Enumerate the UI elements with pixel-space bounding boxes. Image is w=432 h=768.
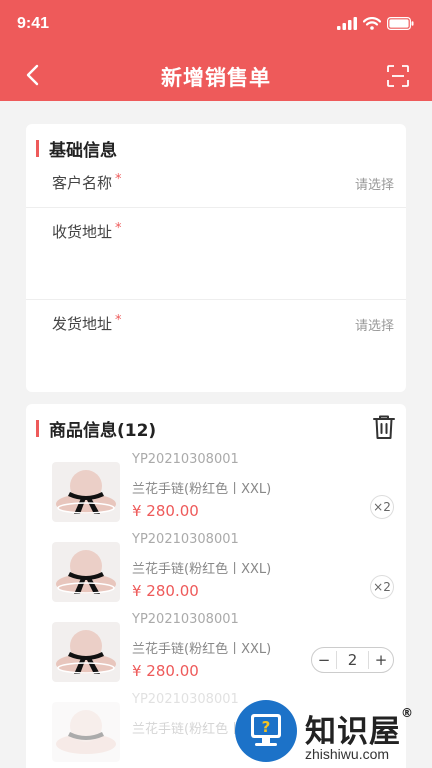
watermark-question-glyph: ? bbox=[262, 718, 271, 736]
status-bar: 9:41 bbox=[0, 0, 432, 50]
product-item[interactable]: YP20210308001 兰花手链(粉红色丨XXL) ¥ 280.00 − 2… bbox=[26, 612, 406, 692]
section-marker bbox=[36, 140, 39, 157]
signal-icon bbox=[337, 17, 357, 30]
product-hat-image bbox=[52, 702, 120, 762]
product-name: 兰花手链(粉红色丨XXL) bbox=[132, 482, 272, 497]
quantity-badge[interactable]: ×2 bbox=[370, 495, 394, 519]
product-price: ¥ 280.00 bbox=[132, 582, 199, 600]
basic-info-card: 基础信息 客户名称 * 请选择 收货地址 * 发货地址 * 请选择 bbox=[26, 124, 406, 392]
nav-bar: 新增销售单 bbox=[0, 50, 432, 101]
decrement-button[interactable]: − bbox=[312, 651, 336, 669]
page-title: 新增销售单 bbox=[161, 66, 271, 90]
increment-button[interactable]: + bbox=[369, 651, 393, 669]
product-name: 兰花手链(粉红色丨XXL) bbox=[132, 642, 272, 657]
shipping-address-field[interactable]: 发货地址 * 请选择 bbox=[26, 299, 406, 392]
customer-name-label: 客户名称 * bbox=[52, 172, 122, 192]
product-hat-image bbox=[52, 542, 120, 602]
required-star: * bbox=[115, 172, 122, 187]
product-hat-image bbox=[52, 462, 120, 522]
product-code: YP20210308001 bbox=[132, 452, 239, 467]
quantity-value[interactable]: 2 bbox=[336, 651, 369, 669]
product-hat-image bbox=[52, 622, 120, 682]
receiving-address-label: 收货地址 * bbox=[52, 221, 122, 241]
basic-info-title: 基础信息 bbox=[36, 136, 117, 161]
shipping-address-label: 发货地址 * bbox=[52, 313, 122, 333]
watermark-logo: ? 知识屋® zhishiwu.com bbox=[235, 700, 432, 768]
product-item[interactable]: YP20210308001 兰花手链(粉红色丨XXL) ¥ 280.00 ×2 bbox=[26, 452, 406, 532]
receiving-address-field[interactable]: 收货地址 * bbox=[26, 207, 406, 299]
quantity-badge[interactable]: ×2 bbox=[370, 575, 394, 599]
section-marker bbox=[36, 420, 39, 437]
required-star: * bbox=[115, 313, 122, 328]
customer-name-select[interactable]: 请选择 bbox=[355, 174, 394, 193]
status-time: 9:41 bbox=[17, 15, 50, 32]
basic-info-title-text: 基础信息 bbox=[49, 141, 117, 161]
top-bar: 9:41 新增销售单 bbox=[0, 0, 432, 101]
watermark-brand: 知识屋® bbox=[305, 706, 414, 750]
product-name: 兰花手链(粉红色丨XXL) bbox=[132, 562, 272, 577]
product-info-title-text: 商品信息(12) bbox=[49, 421, 157, 441]
wifi-icon bbox=[363, 17, 381, 30]
product-code: YP20210308001 bbox=[132, 692, 239, 707]
shipping-address-select[interactable]: 请选择 bbox=[355, 315, 394, 334]
customer-name-field[interactable]: 客户名称 * 请选择 bbox=[26, 172, 406, 208]
product-info-title: 商品信息(12) bbox=[36, 416, 156, 441]
battery-icon bbox=[387, 17, 414, 30]
required-star: * bbox=[115, 221, 122, 236]
watermark-badge: ? bbox=[235, 700, 297, 762]
watermark-url: zhishiwu.com bbox=[305, 746, 390, 762]
product-code: YP20210308001 bbox=[132, 532, 239, 547]
product-price: ¥ 280.00 bbox=[132, 662, 199, 680]
quantity-stepper[interactable]: − 2 + bbox=[311, 647, 394, 673]
status-icons bbox=[337, 17, 414, 30]
trash-icon[interactable] bbox=[372, 414, 396, 440]
scan-icon[interactable] bbox=[386, 64, 410, 88]
product-code: YP20210308001 bbox=[132, 612, 239, 627]
product-price: ¥ 280.00 bbox=[132, 502, 199, 520]
product-item[interactable]: YP20210308001 兰花手链(粉红色丨XXL) ¥ 280.00 ×2 bbox=[26, 532, 406, 612]
